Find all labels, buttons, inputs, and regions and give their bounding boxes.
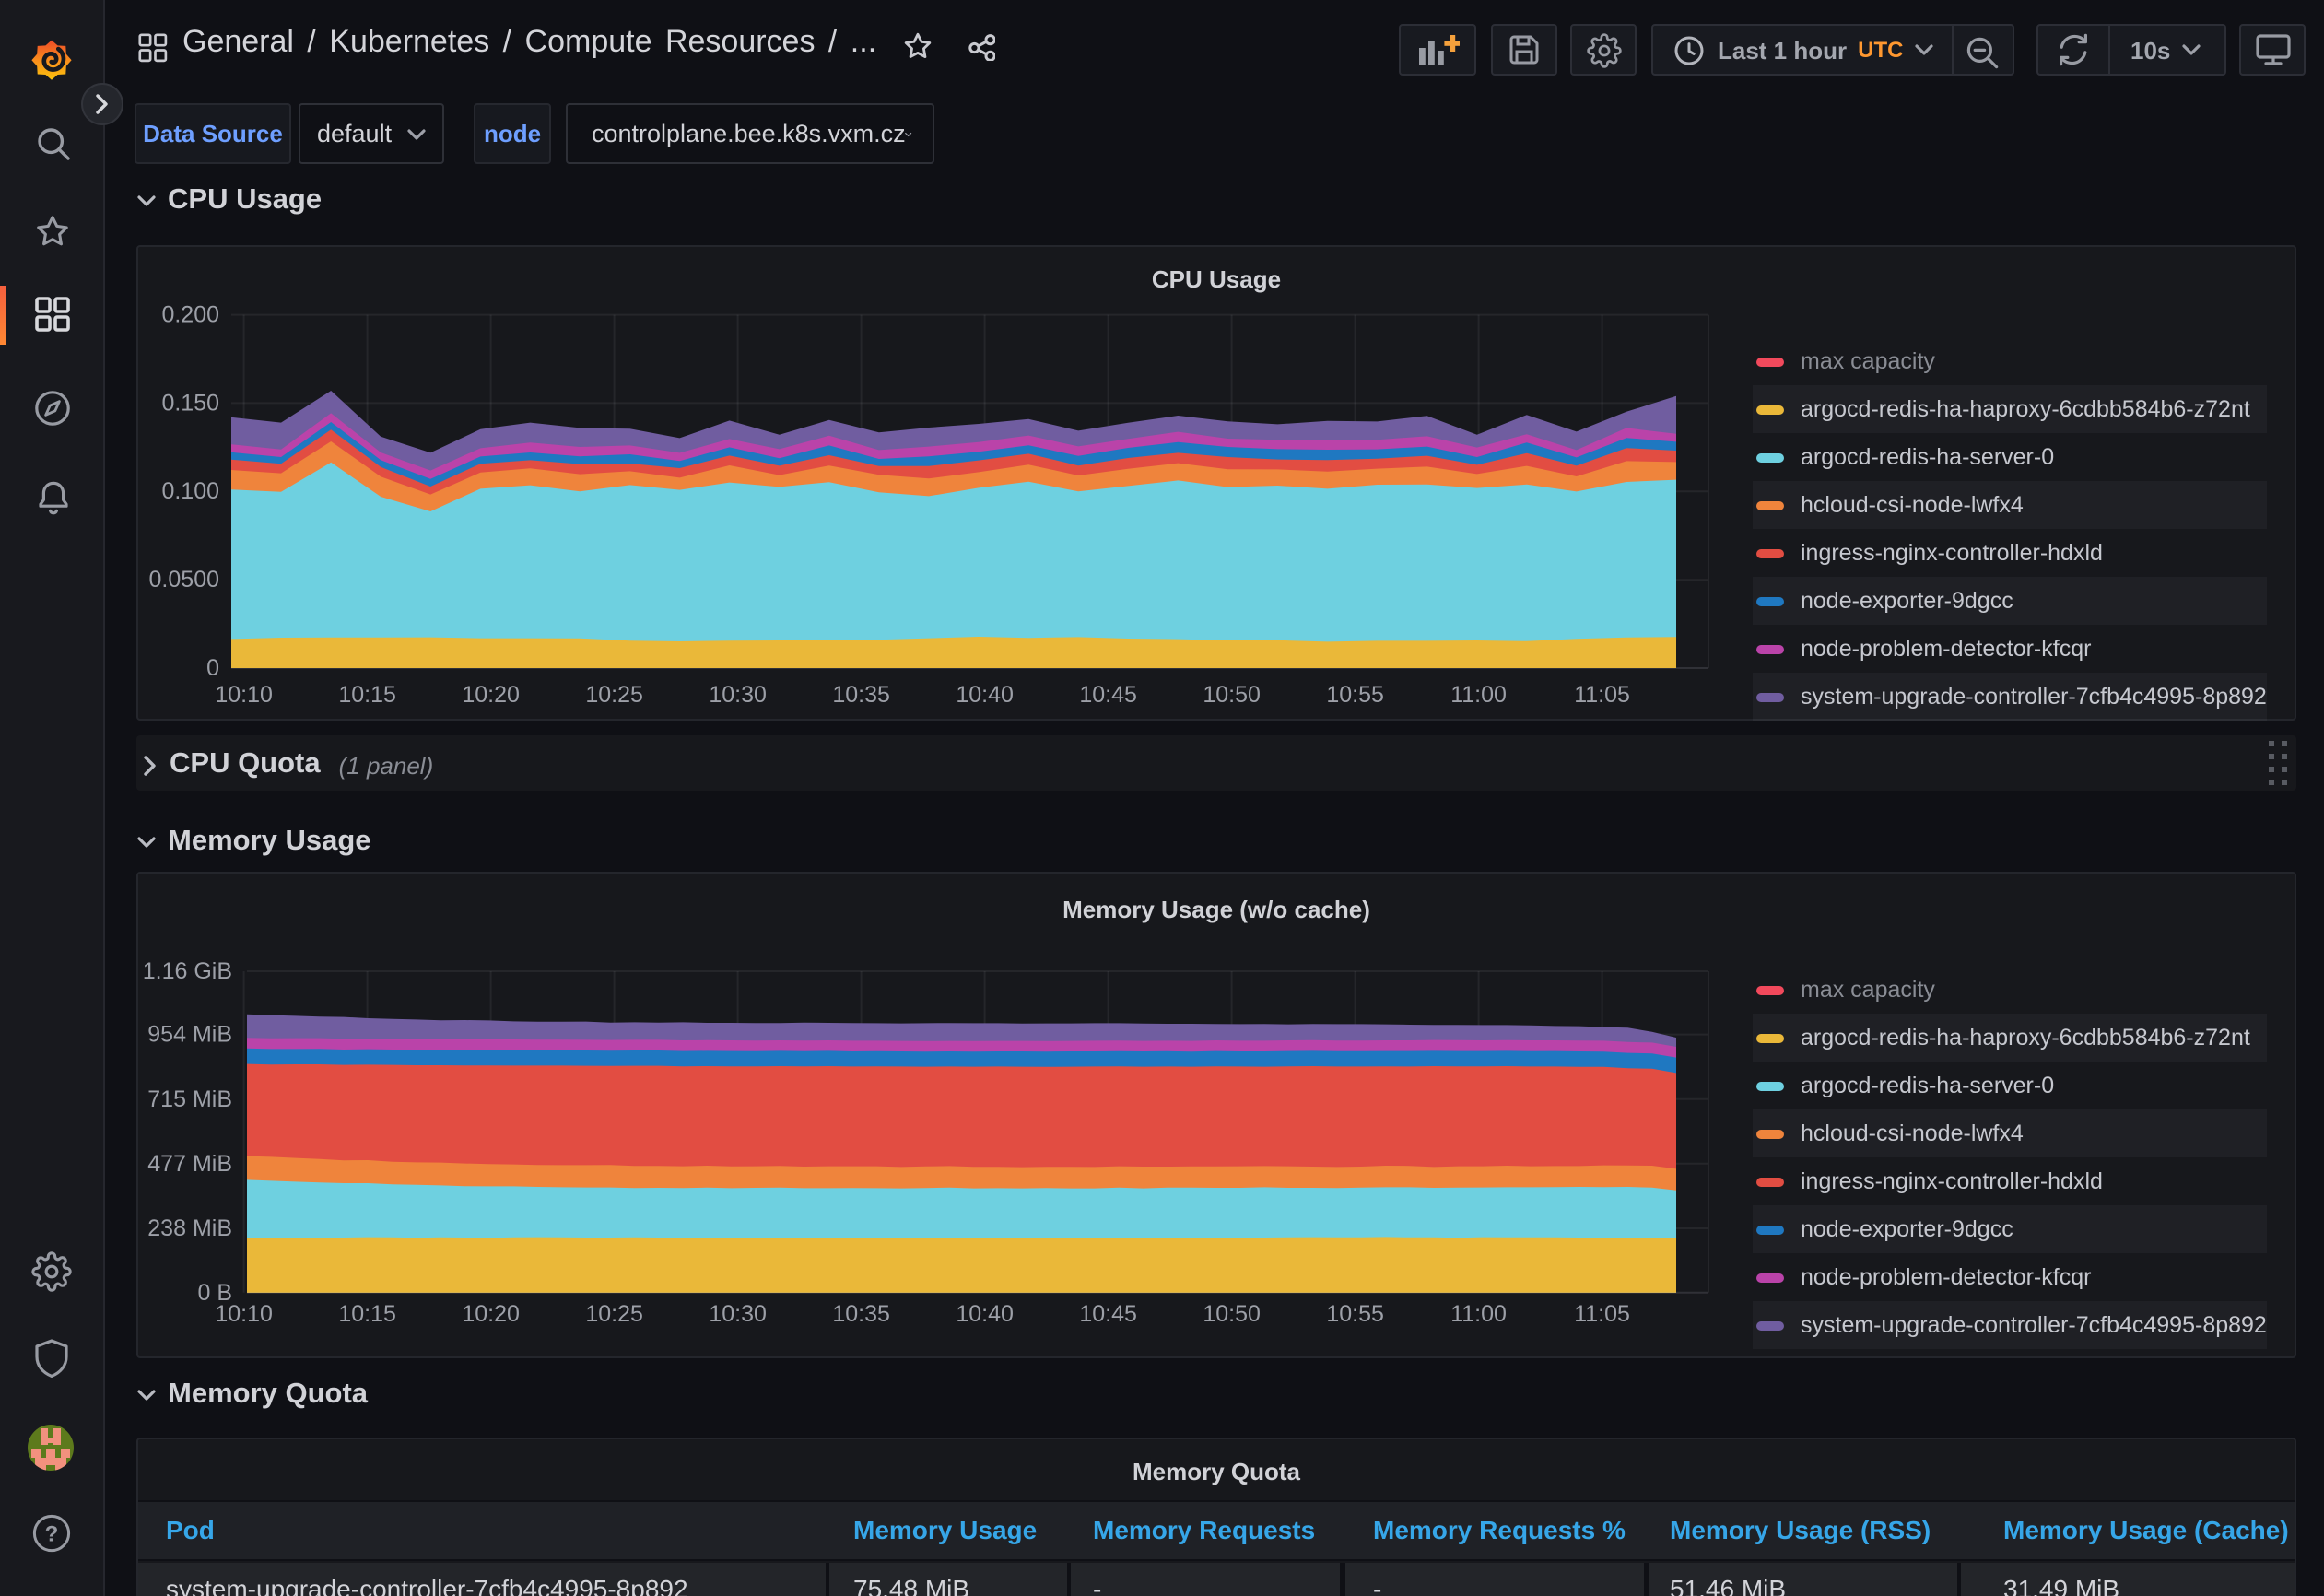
svg-text:10:10: 10:10 <box>215 1301 273 1327</box>
svg-text:10:40: 10:40 <box>956 682 1014 708</box>
svg-text:10:35: 10:35 <box>832 682 890 708</box>
svg-text:10:25: 10:25 <box>585 1301 643 1327</box>
svg-text:10:10: 10:10 <box>215 682 273 708</box>
svg-text:10:15: 10:15 <box>338 1301 396 1327</box>
svg-text:0.100: 0.100 <box>161 478 219 504</box>
svg-text:10:50: 10:50 <box>1203 682 1261 708</box>
svg-text:238 MiB: 238 MiB <box>147 1215 232 1241</box>
svg-text:10:35: 10:35 <box>832 1301 890 1327</box>
svg-text:10:15: 10:15 <box>338 682 396 708</box>
svg-text:10:50: 10:50 <box>1203 1301 1261 1327</box>
svg-text:0.200: 0.200 <box>161 302 219 328</box>
svg-text:10:45: 10:45 <box>1079 1301 1137 1327</box>
svg-text:10:40: 10:40 <box>956 1301 1014 1327</box>
svg-text:11:00: 11:00 <box>1450 1301 1507 1327</box>
svg-text:10:30: 10:30 <box>709 682 767 708</box>
svg-text:10:55: 10:55 <box>1326 682 1384 708</box>
svg-text:11:05: 11:05 <box>1574 682 1630 708</box>
svg-text:0: 0 <box>206 655 219 681</box>
svg-text:0.150: 0.150 <box>161 390 219 416</box>
svg-text:11:05: 11:05 <box>1574 1301 1630 1327</box>
svg-text:11:00: 11:00 <box>1450 682 1507 708</box>
svg-text:10:25: 10:25 <box>585 682 643 708</box>
svg-text:?: ? <box>45 1521 59 1546</box>
svg-text:10:30: 10:30 <box>709 1301 767 1327</box>
svg-text:10:20: 10:20 <box>462 682 520 708</box>
svg-text:10:55: 10:55 <box>1326 1301 1384 1327</box>
svg-text:1.16 GiB: 1.16 GiB <box>143 958 232 984</box>
svg-text:477 MiB: 477 MiB <box>147 1151 232 1177</box>
svg-text:715 MiB: 715 MiB <box>147 1086 232 1112</box>
svg-text:954 MiB: 954 MiB <box>147 1022 232 1048</box>
svg-text:10:20: 10:20 <box>462 1301 520 1327</box>
svg-text:0.0500: 0.0500 <box>149 567 219 593</box>
svg-text:10:45: 10:45 <box>1079 682 1137 708</box>
